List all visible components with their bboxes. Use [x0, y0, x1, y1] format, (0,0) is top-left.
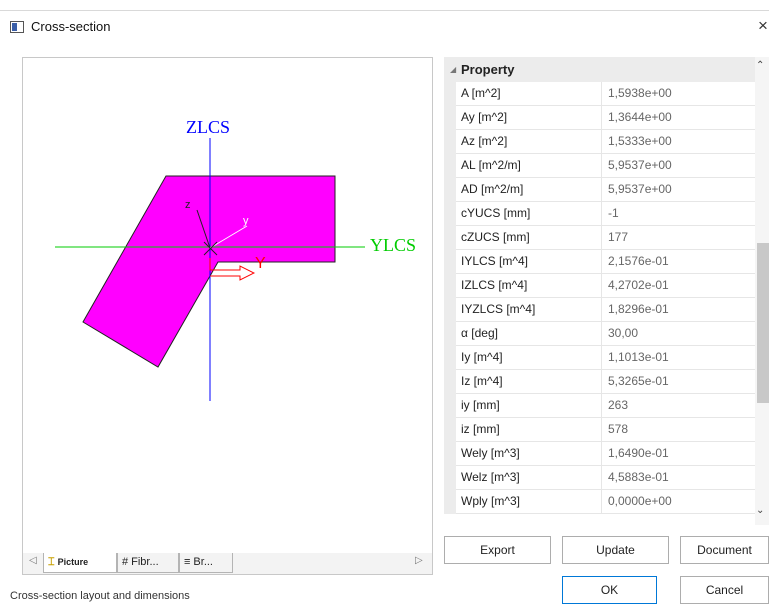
table-row[interactable]: AD [m^2/m] 5,9537e+00: [444, 178, 755, 202]
table-row[interactable]: iz [mm] 578: [444, 418, 755, 442]
table-row[interactable]: A [m^2] 1,5938e+00: [444, 82, 755, 106]
property-value: 1,8296e-01: [608, 302, 669, 316]
scroll-up-icon[interactable]: ⌃: [756, 60, 764, 71]
cross-section-drawing: ZLCS YLCS z y Y: [55, 117, 416, 401]
property-header-label: Property: [461, 62, 515, 77]
property-name: iy [mm]: [461, 398, 500, 412]
table-row[interactable]: Iy [m^4] 1,1013e-01: [444, 346, 755, 370]
property-name: IYLCS [m^4]: [461, 254, 528, 268]
document-button[interactable]: Document: [680, 536, 769, 564]
section-shape: [82, 175, 336, 368]
cross-section-picture[interactable]: ZLCS YLCS z y Y: [22, 57, 433, 554]
table-row[interactable]: α [deg] 30,00: [444, 322, 755, 346]
property-value: 263: [608, 398, 629, 412]
table-row[interactable]: cYUCS [mm] -1: [444, 202, 755, 226]
table-row[interactable]: IYZLCS [m^4] 1,8296e-01: [444, 298, 755, 322]
table-row[interactable]: iy [mm] 263: [444, 394, 755, 418]
update-button[interactable]: Update: [562, 536, 669, 564]
table-row[interactable]: IYLCS [m^4] 2,1576e-01: [444, 250, 755, 274]
property-value: 1,5938e+00: [608, 86, 672, 100]
table-row[interactable]: IZLCS [m^4] 4,2702e-01: [444, 274, 755, 298]
axis-y-label: YLCS: [370, 235, 416, 255]
property-name: Wply [m^3]: [461, 494, 520, 508]
local-z-label: z: [185, 199, 191, 211]
cancel-button[interactable]: Cancel: [680, 576, 769, 604]
table-row[interactable]: Wely [m^3] 1,6490e-01: [444, 442, 755, 466]
property-name: Wely [m^3]: [461, 446, 520, 460]
local-y-label: y: [243, 215, 249, 227]
scrollbar-thumb[interactable]: [757, 243, 769, 403]
property-value: 0,0000e+00: [608, 494, 672, 508]
tab-fibres[interactable]: # Fibr...: [117, 553, 179, 573]
property-name: cZUCS [mm]: [461, 230, 530, 244]
picture-tab-strip: ◁ ⌶ Picture # Fibr... ≡ Br... ▷: [22, 553, 433, 575]
property-name: IYZLCS [m^4]: [461, 302, 536, 316]
tab-brief[interactable]: ≡ Br...: [179, 553, 233, 573]
table-row[interactable]: Az [m^2] 1,5333e+00: [444, 130, 755, 154]
property-name: Welz [m^3]: [461, 470, 520, 484]
property-value: 5,9537e+00: [608, 182, 672, 196]
axis-z-label: ZLCS: [186, 117, 230, 137]
property-name: IZLCS [m^4]: [461, 278, 528, 292]
table-row[interactable]: cZUCS [mm] 177: [444, 226, 755, 250]
property-value: 4,5883e-01: [608, 470, 669, 484]
document-icon: ≡: [184, 556, 191, 568]
property-value: 1,5333e+00: [608, 134, 672, 148]
property-name: iz [mm]: [461, 422, 500, 436]
property-value: 30,00: [608, 326, 639, 340]
export-button[interactable]: Export: [444, 536, 551, 564]
property-name: cYUCS [mm]: [461, 206, 531, 220]
property-name: AD [m^2/m]: [461, 182, 524, 196]
window-title: Cross-section: [31, 19, 111, 34]
tab-fibres-label: Fibr...: [131, 556, 159, 568]
table-row[interactable]: Iz [m^4] 5,3265e-01: [444, 370, 755, 394]
property-value: 5,3265e-01: [608, 374, 669, 388]
window-icon: [10, 21, 24, 33]
property-name: Az [m^2]: [461, 134, 508, 148]
principal-y-label: Y: [255, 255, 266, 272]
collapse-icon[interactable]: ◢: [450, 57, 456, 82]
property-value: 1,3644e+00: [608, 110, 672, 124]
tab-scroll-right-icon[interactable]: ▷: [415, 555, 423, 566]
property-value: 2,1576e-01: [608, 254, 669, 268]
property-value: 1,1013e-01: [608, 350, 669, 364]
table-row[interactable]: Wply [m^3] 0,0000e+00: [444, 490, 755, 514]
property-grid[interactable]: ◢ Property A [m^2] 1,5938e+00 Ay [m^2] 1,3…: [444, 57, 769, 525]
tab-picture[interactable]: ⌶ Picture: [43, 553, 117, 573]
tab-picture-label: Picture: [57, 557, 89, 567]
property-value: 1,6490e-01: [608, 446, 669, 460]
table-row[interactable]: AL [m^2/m] 5,9537e+00: [444, 154, 755, 178]
property-value: 578: [608, 422, 629, 436]
ok-button[interactable]: OK: [562, 576, 657, 604]
property-value: -1: [608, 206, 619, 220]
status-bar-text: Cross-section layout and dimensions: [10, 590, 190, 602]
property-grid-header[interactable]: ◢ Property: [444, 57, 755, 82]
property-value: 4,2702e-01: [608, 278, 669, 292]
section-icon: ⌶: [48, 556, 55, 568]
title-bar: [0, 11, 769, 45]
window-top-edge: [0, 0, 769, 11]
grid-icon: #: [122, 556, 129, 568]
tab-brief-label: Br...: [193, 556, 213, 568]
property-name: Ay [m^2]: [461, 110, 508, 124]
table-row[interactable]: Ay [m^2] 1,3644e+00: [444, 106, 755, 130]
property-name: α [deg]: [461, 326, 498, 340]
property-value: 5,9537e+00: [608, 158, 672, 172]
property-name: Iz [m^4]: [461, 374, 503, 388]
property-grid-scrollbar[interactable]: ⌃ ⌄: [755, 57, 769, 525]
close-icon[interactable]: ×: [758, 16, 768, 36]
tab-scroll-left-icon[interactable]: ◁: [29, 555, 37, 566]
property-value: 177: [608, 230, 629, 244]
property-name: Iy [m^4]: [461, 350, 503, 364]
property-name: AL [m^2/m]: [461, 158, 521, 172]
table-row[interactable]: Welz [m^3] 4,5883e-01: [444, 466, 755, 490]
scroll-down-icon[interactable]: ⌄: [756, 505, 764, 516]
property-name: A [m^2]: [461, 86, 501, 100]
